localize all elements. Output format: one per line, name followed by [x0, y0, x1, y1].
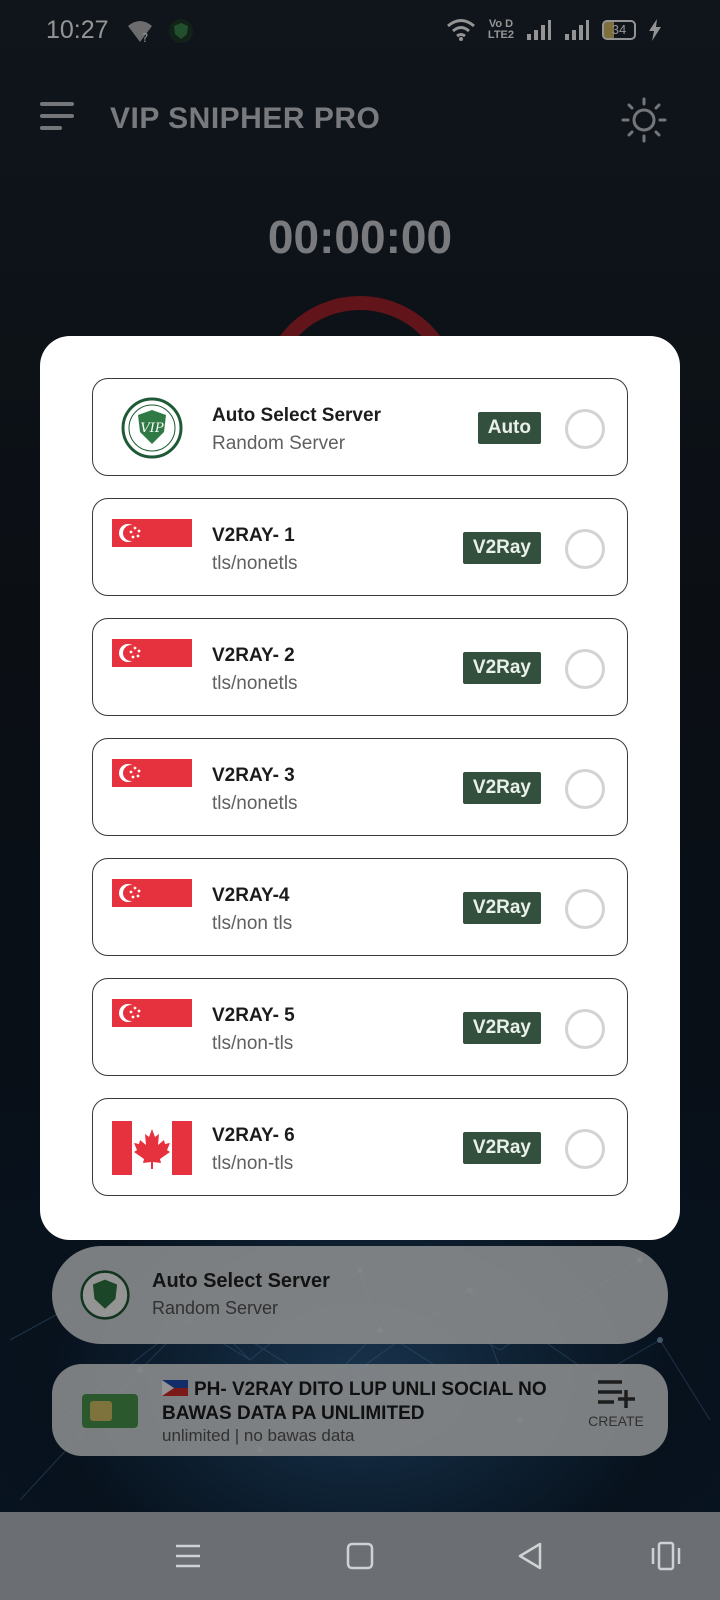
server-type-badge: V2Ray [462, 892, 541, 924]
server-protocol: tls/nonetls [212, 793, 298, 814]
server-name: V2RAY- 1 [212, 525, 295, 546]
server-protocol: tls/nonetls [212, 673, 298, 694]
system-navigation-bar [0, 1512, 720, 1600]
svg-text:VIP: VIP [140, 421, 164, 436]
server-protocol: Random Server [212, 433, 346, 454]
server-type-badge: V2Ray [462, 532, 541, 564]
server-type-badge: V2Ray [462, 652, 541, 684]
canada-flag-icon [112, 1121, 192, 1175]
server-protocol: tls/non-tls [212, 1033, 294, 1054]
server-radio[interactable] [565, 889, 605, 929]
server-name: Auto Select Server [212, 405, 381, 426]
recents-icon[interactable] [170, 1538, 206, 1574]
rotate-icon[interactable] [648, 1538, 684, 1574]
server-select-dialog: VIP Auto Select Server Random Server Aut… [40, 336, 680, 1240]
back-icon[interactable] [512, 1538, 548, 1574]
server-type-badge: V2Ray [462, 772, 541, 804]
server-protocol: tls/non tls [212, 913, 293, 934]
singapore-flag-icon [112, 879, 192, 907]
server-radio[interactable] [565, 1009, 605, 1049]
server-item-v2ray-3[interactable]: V2RAY- 3 tls/nonetls V2Ray [92, 738, 628, 836]
server-item-v2ray-6[interactable]: V2RAY- 6 tls/non-tls V2Ray [92, 1098, 628, 1196]
server-radio[interactable] [565, 409, 605, 449]
server-item-v2ray-4[interactable]: V2RAY-4 tls/non tls V2Ray [92, 858, 628, 956]
vip-logo-icon: VIP [121, 397, 183, 459]
server-item-auto[interactable]: VIP Auto Select Server Random Server Aut… [92, 378, 628, 476]
server-item-v2ray-1[interactable]: V2RAY- 1 tls/nonetls V2Ray [92, 498, 628, 596]
singapore-flag-icon [112, 999, 192, 1027]
server-name: V2RAY- 3 [212, 765, 295, 786]
server-protocol: tls/nonetls [212, 553, 298, 574]
server-radio[interactable] [565, 529, 605, 569]
server-name: V2RAY- 5 [212, 1005, 295, 1026]
server-item-v2ray-5[interactable]: V2RAY- 5 tls/non-tls V2Ray [92, 978, 628, 1076]
server-protocol: tls/non-tls [212, 1153, 294, 1174]
server-radio[interactable] [565, 1129, 605, 1169]
server-name: V2RAY- 6 [212, 1125, 295, 1146]
singapore-flag-icon [112, 759, 192, 787]
singapore-flag-icon [112, 519, 192, 547]
server-type-badge: V2Ray [462, 1012, 541, 1044]
home-icon[interactable] [342, 1538, 378, 1574]
server-radio[interactable] [565, 769, 605, 809]
server-name: V2RAY-4 [212, 885, 290, 906]
server-type-badge: Auto [477, 412, 541, 444]
server-item-v2ray-2[interactable]: V2RAY- 2 tls/nonetls V2Ray [92, 618, 628, 716]
server-radio[interactable] [565, 649, 605, 689]
server-type-badge: V2Ray [462, 1132, 541, 1164]
singapore-flag-icon [112, 639, 192, 667]
server-name: V2RAY- 2 [212, 645, 295, 666]
